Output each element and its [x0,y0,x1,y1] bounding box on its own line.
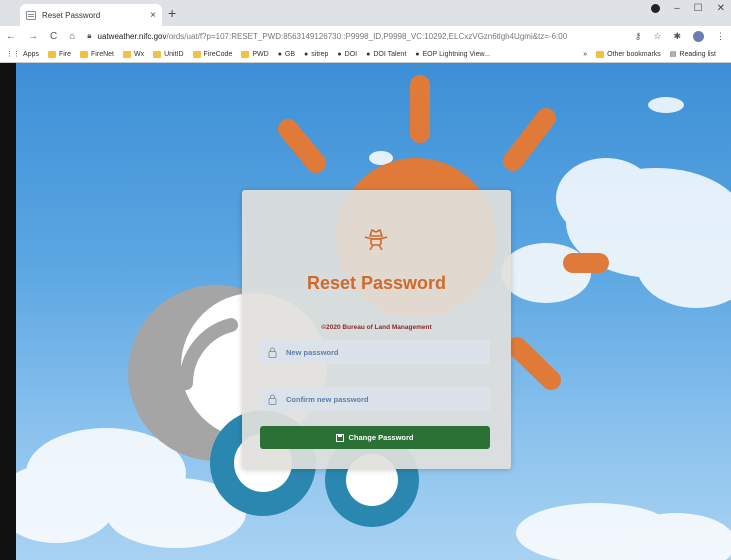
bookmark-label: FireNet [91,50,114,58]
maximize-icon[interactable]: ☐ [694,3,703,14]
bookmark-sitrep[interactable]: ● sitrep [304,51,328,58]
url-path: /ords/uat/f?p=107:RESET_PWD:856314912673… [166,31,568,41]
address-bar[interactable]: uatweather.nifc.gov/ords/uat/f?p=107:RES… [98,32,627,41]
page-favicon-icon [26,10,36,20]
confirm-password-field[interactable] [260,387,490,411]
secure-lock-icon[interactable]: 🔒︎ [87,31,91,41]
change-password-label: Change Password [348,433,414,442]
back-icon[interactable]: ← [6,31,16,42]
site-favicon-icon: ● [277,50,282,58]
change-password-button[interactable]: Change Password [260,426,490,449]
profile-avatar[interactable] [693,30,704,42]
folder-icon [153,50,162,58]
folder-icon [80,50,89,58]
folder-icon [47,50,56,58]
bookmark-label: FireCode [203,50,233,58]
tab-close-icon[interactable]: × [150,10,156,21]
site-favicon-icon: ● [366,50,371,58]
reading-list-icon: ▤ [669,51,677,58]
bookmark-star-icon[interactable]: ☆ [653,31,661,42]
page-title: Reset Password [306,273,447,293]
close-window-icon[interactable]: ✕ [717,3,725,14]
bookmark-firecode[interactable]: FireCode [192,50,233,58]
folder-icon [122,50,131,58]
bookmark-label: UnitID [164,50,184,58]
confirm-password-input[interactable] [286,394,490,404]
bookmark-firenet[interactable]: FireNet [80,50,114,58]
url-host: uatweather.nifc.gov [97,31,167,41]
bookmark-label: Apps [23,50,39,58]
bookmark-label: DOI [344,50,358,58]
bookmark-doi[interactable]: ● DOI [337,51,357,58]
lock-icon [268,394,277,405]
save-icon [336,433,345,442]
key-icon[interactable]: ⚷ [635,31,642,42]
minimize-icon[interactable]: – [674,3,680,14]
window-controls: – ☐ ✕ [651,3,725,14]
bookmark-label: GB [284,50,296,58]
bookmark-label: Wx [133,50,145,58]
bookmark-unitid[interactable]: UnitID [153,50,184,58]
cowboy-hat-logo-icon [364,229,388,251]
page-background: Reset Password ©2020 Bureau of Land Mana… [16,63,731,560]
reset-password-card: Reset Password ©2020 Bureau of Land Mana… [242,190,511,469]
bookmark-label: EOP Lightning View... [422,50,490,58]
copyright-text: ©2020 Bureau of Land Management [321,324,432,331]
forward-icon[interactable]: → [28,31,38,42]
reading-list-label: Reading list [679,50,716,58]
browser-toolbar: ← → C ⌂ 🔒︎ uatweather.nifc.gov/ords/uat/… [0,26,731,46]
browser-tab[interactable]: Reset Password × [20,4,162,26]
folder-icon [241,50,250,58]
folder-icon [192,50,201,58]
other-bookmarks[interactable]: Other bookmarks [596,50,661,58]
home-icon[interactable]: ⌂ [69,31,75,42]
new-password-field[interactable] [260,340,490,364]
site-favicon-icon: ● [304,50,309,58]
tab-title: Reset Password [42,10,101,20]
reading-list[interactable]: ▤ Reading list [669,50,716,59]
reload-icon[interactable]: C [50,31,57,42]
bookmark-apps[interactable]: ⋮⋮ Apps [6,50,39,59]
bookmarks-bar: ⋮⋮ Apps Fire FireNet Wx UnitID FireCode PWD ● GB ●… [0,46,731,63]
extensions-icon[interactable]: ✱ [673,31,681,42]
bookmark-doi-talent[interactable]: ● DOI Talent [366,51,406,58]
bookmark-fire[interactable]: Fire [47,50,72,58]
bookmark-label: DOI Talent [373,50,407,58]
other-bookmarks-label: Other bookmarks [607,50,661,58]
new-password-input[interactable] [286,347,490,357]
bookmark-label: PWD [252,50,269,58]
tab-strip: Reset Password × + – ☐ ✕ [0,0,731,26]
lock-icon [268,347,277,358]
bookmark-wx[interactable]: Wx [122,50,145,58]
new-tab-button[interactable]: + [168,6,176,20]
bookmark-pwd[interactable]: PWD [241,50,269,58]
browser-chrome: Reset Password × + – ☐ ✕ ← → C ⌂ 🔒︎ uatw… [0,0,731,63]
apps-grid-icon: ⋮⋮ [6,51,20,58]
bookmark-gb[interactable]: ● GB [278,51,295,58]
site-favicon-icon: ● [337,50,342,58]
menu-kebab-icon[interactable]: ⋮ [716,31,725,42]
bookmark-label: sitrep [311,50,329,58]
window-edge [0,63,16,560]
bookmark-label: Fire [58,50,72,58]
profile-indicator-icon[interactable] [651,4,661,13]
bookmark-eop-lightning-view[interactable]: ● EOP Lightning View... [415,51,490,58]
folder-icon [596,50,605,58]
site-favicon-icon: ● [415,50,420,58]
toolbar-actions: ⚷ ☆ ✱ ⋮ [635,30,725,42]
bookmarks-overflow[interactable]: » [583,51,587,58]
